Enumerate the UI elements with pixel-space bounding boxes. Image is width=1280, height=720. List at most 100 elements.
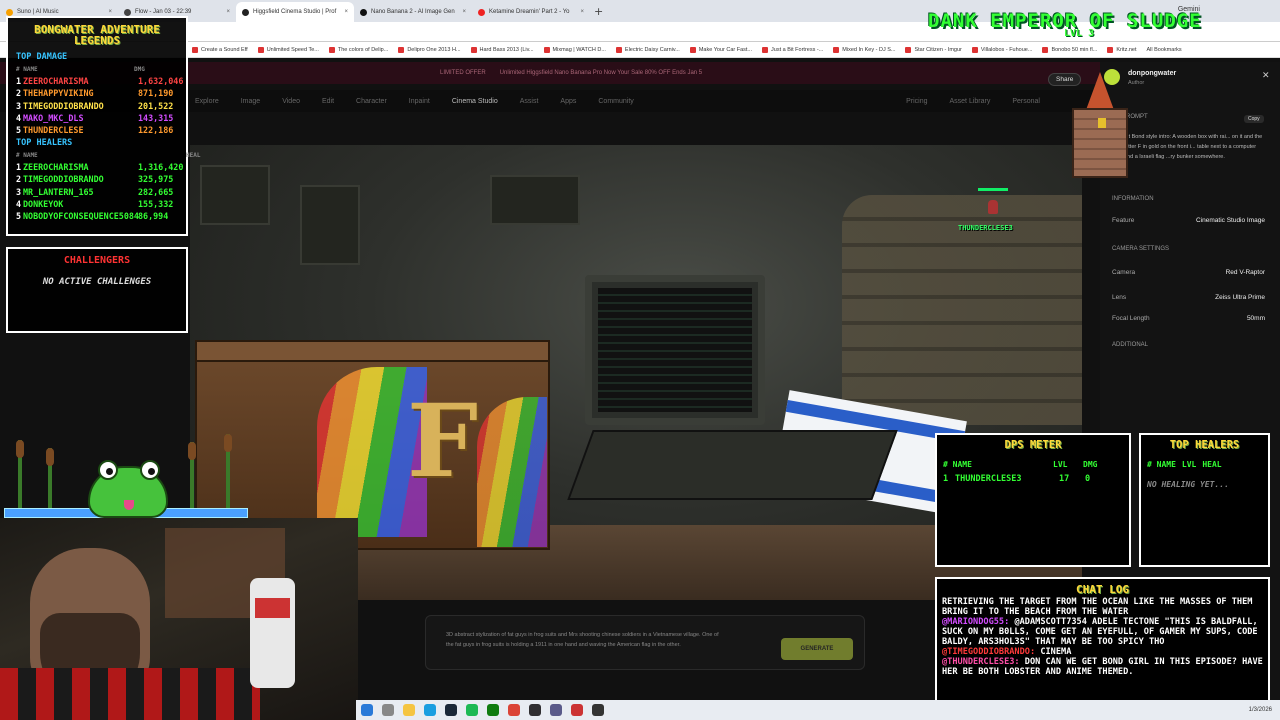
tab-favicon-icon <box>360 8 367 16</box>
top-damage-label: TOP DAMAGE <box>16 52 68 62</box>
steam-icon[interactable] <box>445 704 457 716</box>
challengers-title: CHALLENGERS <box>63 255 131 266</box>
browser-tab[interactable]: Ketamine Dreamin' Part 2 - Yo × <box>472 2 590 22</box>
bookmark[interactable]: Unlimited Speed Te... <box>257 46 319 53</box>
wall-panel <box>300 185 360 265</box>
top-healers-panel: TOP HEALERS # NAME LVL HEAL NO HEALING Y… <box>1139 433 1270 567</box>
xbox-icon[interactable] <box>487 704 499 716</box>
lego-figure <box>250 578 295 688</box>
camera-section[interactable]: CAMERA SETTINGS <box>1112 246 1265 252</box>
bookmark-favicon-icon <box>833 46 840 53</box>
obs-icon[interactable] <box>529 704 541 716</box>
tab-favicon-icon <box>242 8 249 16</box>
score-value: 155,332 <box>138 198 174 209</box>
nav-edit[interactable]: Edit <box>322 98 334 105</box>
healers-panel-header: # NAME LVL HEAL <box>1147 460 1222 469</box>
tab-favicon-icon <box>124 8 131 16</box>
app-icon[interactable] <box>571 704 583 716</box>
taskbar: 1/3/2026 <box>356 700 1280 720</box>
cattail <box>224 434 232 510</box>
bookmark[interactable]: Electric Daisy Carniv... <box>615 46 680 53</box>
score-value: 86,994 <box>138 211 169 222</box>
bookmark[interactable]: Kritz.net <box>1107 46 1137 53</box>
close-tab-icon[interactable]: × <box>108 9 112 15</box>
edge-icon[interactable] <box>424 704 436 716</box>
chat-message: RETRIEVING THE TARGET FROM THE OCEAN LIK… <box>942 597 1253 617</box>
bookmark-favicon-icon <box>398 46 405 53</box>
bookmark[interactable]: Villalobos - Fuhoue... <box>971 46 1032 53</box>
nav-inpaint[interactable]: Inpaint <box>409 98 430 105</box>
score-value: 201,522 <box>138 100 174 111</box>
frog-pond <box>0 430 252 520</box>
start-icon[interactable] <box>361 704 373 716</box>
player-health-bar <box>978 188 1008 191</box>
tab-favicon-icon <box>478 8 485 16</box>
app-icon[interactable] <box>550 704 562 716</box>
laptop-screen <box>585 275 765 425</box>
healers-empty: NO HEALING YET... <box>1147 480 1229 489</box>
chrome-icon[interactable] <box>508 704 520 716</box>
bookmark-favicon-icon <box>470 46 477 53</box>
bookmark[interactable]: Make Your Car Fast... <box>689 46 752 53</box>
author-name[interactable]: donpongwater <box>1128 70 1176 77</box>
focal-row: Focal Length 50mm <box>1112 315 1265 322</box>
browser-tab[interactable]: Nano Banana 2 - AI Image Gen × <box>354 2 472 22</box>
new-tab-button[interactable]: + <box>594 5 603 18</box>
bookmark-favicon-icon <box>257 46 264 53</box>
rank: 5 <box>16 125 22 136</box>
nav-apps[interactable]: Apps <box>560 98 576 105</box>
nav-asset-library[interactable]: Asset Library <box>950 98 991 105</box>
nav-assist[interactable]: Assist <box>520 98 539 105</box>
bookmark[interactable]: Mixmag | WATCH D... <box>543 46 606 53</box>
explorer-icon[interactable] <box>403 704 415 716</box>
copy-button[interactable]: Copy <box>1244 115 1264 123</box>
close-tab-icon[interactable]: × <box>344 9 348 15</box>
bookmark-favicon-icon <box>1107 46 1114 53</box>
clock[interactable]: 1/3/2026 <box>1249 707 1272 713</box>
rank: 2 <box>16 88 22 99</box>
bookmark[interactable]: Create a Sound Eff <box>192 46 248 53</box>
browser-tab-active[interactable]: Higgsfield Cinema Studio | Prof × <box>236 2 354 22</box>
info-section[interactable]: INFORMATION <box>1112 196 1265 202</box>
nav-video[interactable]: Video <box>282 98 300 105</box>
nav-community[interactable]: Community <box>598 98 633 105</box>
bookmark[interactable]: Just a Bit Fortress -... <box>762 46 823 53</box>
prompt-input[interactable]: 3D abstract stylization of fat guys in f… <box>446 630 726 650</box>
frog-mascot <box>88 460 168 518</box>
stream-level: LVL 3 <box>1064 28 1095 39</box>
close-tab-icon[interactable]: × <box>226 9 230 15</box>
all-bookmarks[interactable]: All Bookmarks <box>1147 47 1182 53</box>
bookmark[interactable]: Hard Bass 2013 (Liv... <box>470 46 534 53</box>
bookmark[interactable]: Star Citizen - Imgur <box>905 46 962 53</box>
bookmark[interactable]: The colors of Delip... <box>328 46 388 53</box>
laptop-ui <box>598 288 752 412</box>
close-icon[interactable]: ✕ <box>1262 71 1270 81</box>
nav-personal[interactable]: Personal <box>1012 98 1040 105</box>
legends-title: BONGWATER ADVENTURE LEGENDS <box>34 23 160 47</box>
nav-character[interactable]: Character <box>356 98 387 105</box>
gold-letter-f: F <box>407 382 478 500</box>
cattail <box>188 442 196 510</box>
dps-header: # NAME LVL DMG <box>943 460 1098 469</box>
bookmark[interactable]: Delipro One 2013 H... <box>398 46 461 53</box>
additional-section[interactable]: ADDITIONAL <box>1112 342 1265 348</box>
score-value: 1,316,420 <box>138 162 184 172</box>
bookmark[interactable]: Bonobo 50 min fl... <box>1042 46 1097 53</box>
challengers-panel: CHALLENGERS NO ACTIVE CHALLENGES <box>6 247 188 333</box>
chat-log: CHAT LOG RETRIEVING THE TARGET FROM THE … <box>935 577 1270 707</box>
bookmark[interactable]: Mixed In Key - DJ S... <box>833 46 895 53</box>
search-icon[interactable] <box>382 704 394 716</box>
bookmarks-bar: Create a Sound Eff Unlimited Speed Te...… <box>0 42 1280 58</box>
spotify-icon[interactable] <box>466 704 478 716</box>
prompt-text: ...t Bond style intro: A wooden box with… <box>1124 134 1263 160</box>
nav-cinema-studio[interactable]: Cinema Studio <box>452 98 498 105</box>
app-icon[interactable] <box>592 704 604 716</box>
prompt-bar[interactable]: 3D abstract stylization of fat guys in f… <box>425 615 865 670</box>
generate-button[interactable]: GENERATE <box>781 638 853 660</box>
dps-title: DPS METER <box>1004 439 1062 451</box>
nav-pricing[interactable]: Pricing <box>906 98 927 105</box>
close-tab-icon[interactable]: × <box>580 9 584 15</box>
bookmark-favicon-icon <box>905 46 912 53</box>
bookmark-favicon-icon <box>615 46 622 53</box>
close-tab-icon[interactable]: × <box>462 9 466 15</box>
